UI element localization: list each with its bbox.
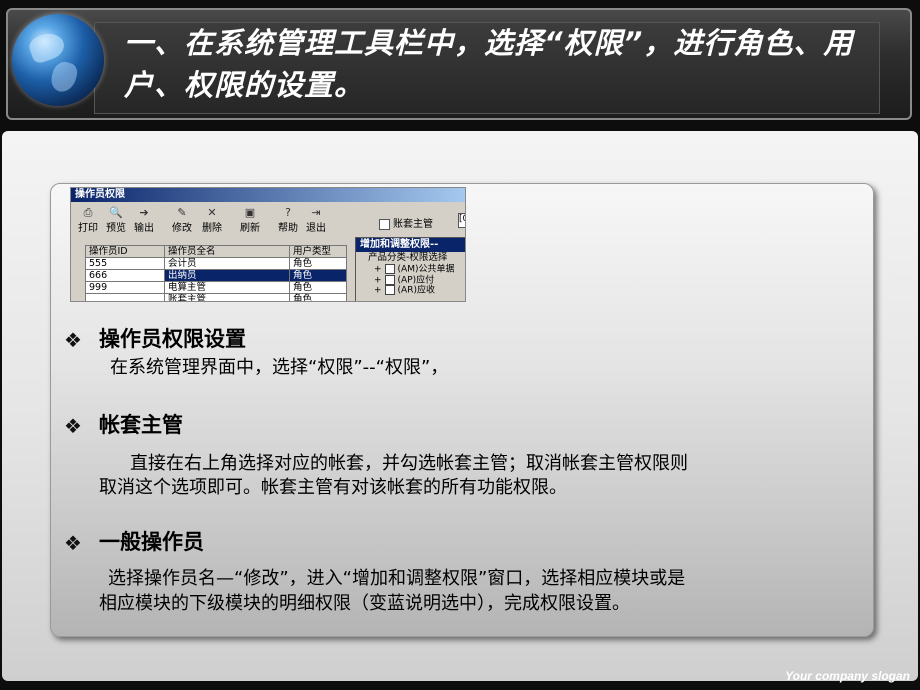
section-body: 在系统管理界面中，选择“权限”--“权限”， <box>110 357 449 378</box>
preview-button[interactable]: 🔍 预览 <box>101 206 131 234</box>
exit-button[interactable]: ⇥ 退出 <box>301 206 331 234</box>
delete-button[interactable]: ✕ 删除 <box>197 206 227 234</box>
column-header[interactable]: 操作员全名 <box>164 245 290 258</box>
section-body-line: 选择操作员名—“修改”，进入“增加和调整权限”窗口，选择相应模块或是 <box>108 568 686 589</box>
section-heading: 帐套主管 <box>99 413 183 437</box>
slide-title: 一、在系统管理工具栏中，选择“权限”，进行角色、用户、权限的设置。 <box>124 26 854 102</box>
column-header[interactable]: 用户类型 <box>289 245 347 258</box>
bullet-diamond-icon: ❖ <box>64 328 82 352</box>
export-button[interactable]: ➔ 输出 <box>129 206 159 234</box>
dialog-title: 增加和调整权限-- <box>356 238 465 252</box>
company-slogan: Your company slogan <box>785 669 910 683</box>
globe-logo-icon <box>12 14 104 106</box>
help-icon: ? <box>285 206 291 219</box>
operator-table: 操作员ID 操作员全名 用户类型 555 会计员 角色 666 出纳员 角色 9… <box>85 245 347 301</box>
tree-item[interactable]: + (AM)公共单据 <box>356 264 465 275</box>
print-icon: ⎙ <box>83 206 93 219</box>
account-supervisor-checkbox[interactable]: 账套主管 <box>379 215 433 230</box>
table-row-selected[interactable]: 666 出纳员 角色 <box>85 269 347 282</box>
column-header[interactable]: 操作员ID <box>85 245 165 258</box>
edit-button[interactable]: ✎ 修改 <box>167 206 197 234</box>
section-heading: 操作员权限设置 <box>99 327 246 351</box>
tree-item[interactable]: + (AR)应收 <box>356 285 465 296</box>
checkbox-box <box>379 218 390 230</box>
refresh-icon: ▣ <box>244 206 256 219</box>
refresh-button[interactable]: ▣ 刷新 <box>235 206 265 234</box>
tree-checkbox[interactable] <box>384 264 395 274</box>
table-row[interactable]: 账套主管 角色 <box>85 293 347 301</box>
tree-checkbox[interactable] <box>384 285 395 295</box>
help-button[interactable]: ? 帮助 <box>273 206 303 234</box>
table-row[interactable]: 555 会计员 角色 <box>85 257 347 270</box>
section-body-line: 相应模块的下级模块的明细权限（变蓝说明选中），完成权限设置。 <box>99 593 630 614</box>
delete-icon: ✕ <box>207 206 217 219</box>
permission-dialog: 增加和调整权限-- 产品分类-权限选择 + (AM)公共单据 + (AP)应付 +(… <box>355 237 465 301</box>
table-row[interactable]: 999 电算主管 角色 <box>85 281 347 294</box>
export-icon: ➔ <box>139 206 149 219</box>
exit-icon: ⇥ <box>311 206 321 219</box>
software-screenshot: 操作员权限 ⎙ 打印 🔍 预览 ➔ 输出 ✎ 修改 ✕ 删除 ▣ 刷新 ? 帮助… <box>70 187 466 302</box>
account-combo[interactable]: [0 <box>458 213 465 228</box>
preview-icon: 🔍 <box>109 206 123 219</box>
bullet-diamond-icon: ❖ <box>64 531 82 555</box>
group-label: 产品分类-权限选择 <box>368 252 448 263</box>
bullet-diamond-icon: ❖ <box>64 414 82 438</box>
edit-icon: ✎ <box>177 206 187 219</box>
tree-item[interactable]: + (AP)应付 <box>356 274 465 285</box>
print-button[interactable]: ⎙ 打印 <box>73 206 103 234</box>
tree-checkbox[interactable] <box>384 274 395 285</box>
window-title: 操作员权限 <box>71 188 465 202</box>
section-heading: 一般操作员 <box>99 530 204 554</box>
section-body-line: 取消这个选项即可。帐套主管有对该帐套的所有功能权限。 <box>99 477 567 498</box>
section-body-line: 直接在右上角选择对应的帐套，并勾选帐套主管；取消帐套主管权限则 <box>130 453 688 474</box>
